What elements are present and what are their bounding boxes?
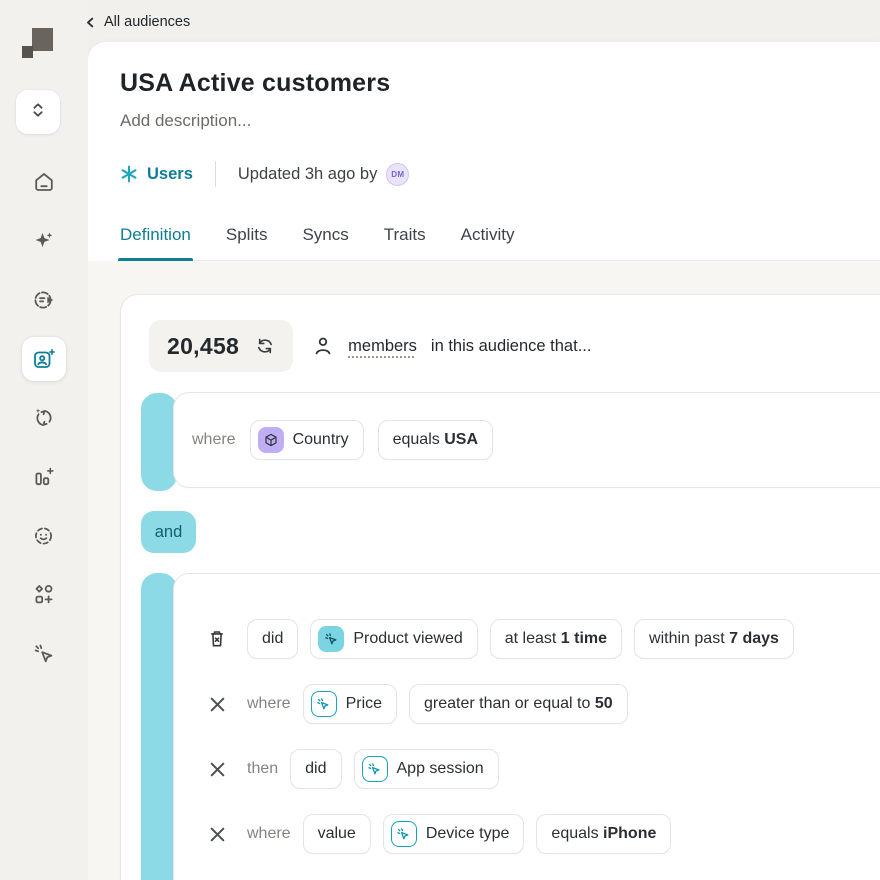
updated-text: Updated 3h ago by bbox=[237, 164, 378, 183]
window-chip[interactable]: within past 7 days bbox=[634, 619, 794, 659]
remove-row-button[interactable] bbox=[204, 760, 230, 779]
keyword-then: then bbox=[247, 760, 279, 777]
chevron-left-icon bbox=[84, 16, 97, 29]
tab-activity[interactable]: Activity bbox=[461, 225, 515, 260]
condition-row-event: did Product viewed at least 1 time withi… bbox=[204, 619, 880, 659]
cursor-sparkle-icon bbox=[32, 642, 56, 666]
property-chip-price[interactable]: Price bbox=[302, 684, 398, 724]
sidebar bbox=[0, 0, 88, 880]
members-link[interactable]: members bbox=[348, 337, 417, 356]
breadcrumb-back[interactable]: All audiences bbox=[84, 11, 190, 33]
close-icon bbox=[208, 695, 227, 714]
definition-section: 20,458 members in this audience that... … bbox=[88, 261, 880, 880]
member-count-pill: 20,458 bbox=[149, 320, 294, 372]
sidebar-item-journeys[interactable] bbox=[22, 278, 66, 322]
page-header: USA Active customers Add description... … bbox=[88, 42, 880, 262]
property-chip-country[interactable]: Country bbox=[249, 420, 364, 460]
frequency-chip[interactable]: at least 1 time bbox=[489, 619, 623, 659]
tab-definition[interactable]: Definition bbox=[118, 225, 193, 262]
condition-group-1: where Country equals USA bbox=[141, 392, 880, 491]
member-count: 20,458 bbox=[167, 332, 240, 359]
snowflake-icon bbox=[120, 165, 138, 183]
condition-group-bar bbox=[141, 573, 177, 880]
entity-label: Users bbox=[147, 164, 193, 183]
verb-chip-did[interactable]: did bbox=[247, 619, 299, 659]
tab-bar: Definition Splits Syncs Traits Activity bbox=[118, 225, 880, 262]
event-chip-product-viewed[interactable]: Product viewed bbox=[310, 619, 478, 659]
chevron-up-down-icon bbox=[27, 99, 49, 126]
condition-group-bar bbox=[141, 393, 177, 491]
sidebar-item-home[interactable] bbox=[22, 160, 66, 204]
remove-row-button[interactable] bbox=[204, 695, 230, 714]
shapes-plus-icon bbox=[32, 583, 56, 607]
meta-row: Users Updated 3h ago by DM bbox=[120, 161, 880, 187]
refresh-icon bbox=[255, 336, 275, 356]
tab-splits[interactable]: Splits bbox=[226, 225, 268, 260]
event-icon bbox=[318, 626, 345, 652]
condition-group-2: did Product viewed at least 1 time withi… bbox=[141, 573, 880, 880]
entity-users-link[interactable]: Users bbox=[120, 165, 193, 184]
updated-info: Updated 3h ago by DM bbox=[237, 162, 410, 186]
event-icon bbox=[361, 756, 388, 782]
home-icon bbox=[32, 170, 56, 194]
logic-operator-pill[interactable]: and bbox=[141, 511, 196, 553]
operator-chip-equals-usa[interactable]: equals USA bbox=[377, 420, 493, 460]
remove-row-button[interactable] bbox=[204, 825, 230, 844]
breadcrumb-label: All audiences bbox=[104, 14, 191, 30]
close-icon bbox=[208, 825, 227, 844]
face-scan-icon bbox=[32, 524, 56, 548]
sparkle-icon bbox=[32, 229, 56, 253]
event-property-icon bbox=[310, 691, 337, 717]
condition-row-session: then did App session bbox=[204, 749, 880, 789]
sidebar-item-audiences[interactable] bbox=[22, 337, 66, 381]
audience-suffix-text: in this audience that... bbox=[430, 336, 592, 355]
sidebar-item-activation[interactable] bbox=[22, 632, 66, 676]
sidebar-item-unify[interactable] bbox=[22, 514, 66, 558]
workspace-switcher[interactable] bbox=[16, 90, 60, 134]
tab-syncs[interactable]: Syncs bbox=[302, 225, 348, 260]
condition-card-country: where Country equals USA bbox=[173, 392, 880, 488]
property-chip-device-type[interactable]: Device type bbox=[382, 814, 525, 854]
journeys-icon bbox=[32, 288, 56, 312]
audiences-person-icon bbox=[32, 347, 56, 371]
keyword-where: where bbox=[247, 825, 291, 842]
sidebar-item-catalog[interactable] bbox=[22, 573, 66, 617]
verb-chip-did[interactable]: did bbox=[290, 749, 342, 789]
person-icon bbox=[312, 335, 334, 357]
chart-plus-icon bbox=[32, 465, 56, 489]
cube-icon bbox=[257, 427, 284, 453]
keyword-where: where bbox=[247, 695, 291, 712]
event-property-icon bbox=[390, 821, 417, 847]
description-placeholder[interactable]: Add description... bbox=[120, 111, 880, 131]
refresh-button[interactable] bbox=[255, 336, 275, 356]
members-row: 20,458 members in this audience that... bbox=[149, 320, 880, 372]
tab-traits[interactable]: Traits bbox=[384, 225, 426, 260]
sidebar-item-ai[interactable] bbox=[22, 219, 66, 263]
page-title: USA Active customers bbox=[120, 69, 391, 97]
avatar: DM bbox=[386, 162, 410, 186]
scope-chip-value[interactable]: value bbox=[302, 814, 371, 854]
vertical-divider bbox=[214, 161, 216, 187]
main-content: USA Active customers Add description... … bbox=[88, 42, 880, 880]
delete-condition-button[interactable] bbox=[204, 627, 230, 651]
app-logo bbox=[22, 27, 54, 59]
close-icon bbox=[208, 760, 227, 779]
operator-chip-gte-50[interactable]: greater than or equal to 50 bbox=[409, 684, 628, 724]
trash-icon bbox=[205, 627, 229, 651]
condition-row-price: where Price greater than or equal to 50 bbox=[204, 684, 880, 724]
condition-row-device: where value Device type equals iPhone bbox=[204, 814, 880, 854]
operator-chip-equals-iphone[interactable]: equals iPhone bbox=[536, 814, 672, 854]
condition-card-event: did Product viewed at least 1 time withi… bbox=[173, 573, 880, 880]
sync-loop-icon bbox=[32, 406, 56, 430]
keyword-where: where bbox=[192, 431, 236, 448]
property-label: Country bbox=[292, 431, 349, 448]
definition-panel: 20,458 members in this audience that... … bbox=[120, 294, 880, 880]
event-chip-app-session[interactable]: App session bbox=[353, 749, 499, 789]
sidebar-item-analytics[interactable] bbox=[22, 455, 66, 499]
sidebar-item-sync[interactable] bbox=[22, 396, 66, 440]
